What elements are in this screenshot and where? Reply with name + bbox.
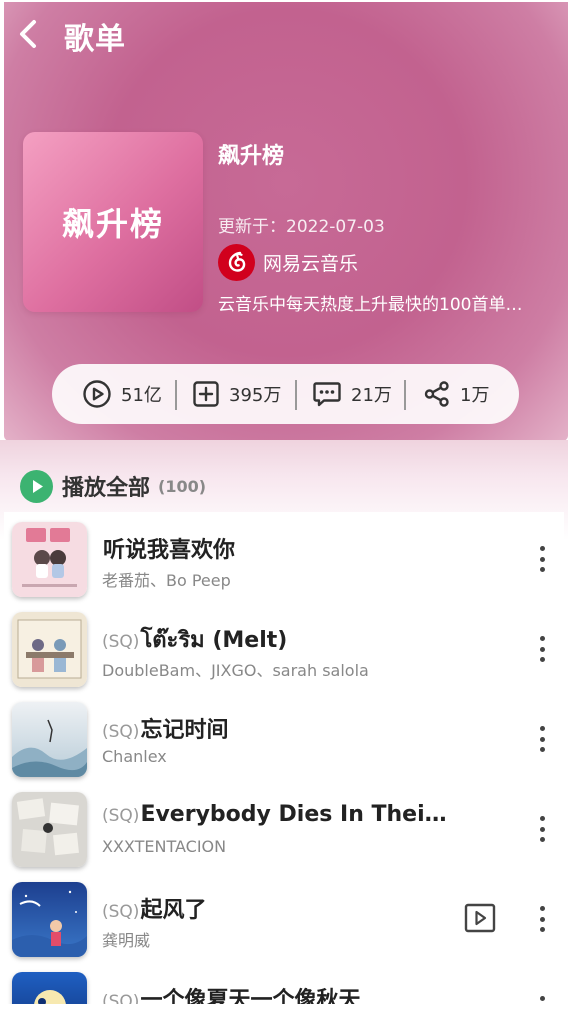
stats-bar: 51亿 395万 21万 1万 xyxy=(52,364,519,424)
page-title: 歌单 xyxy=(64,22,126,57)
cover-title: 飙升榜 xyxy=(61,205,164,243)
mv-play-icon[interactable] xyxy=(464,903,496,933)
song-title: (SQ)โต๊ะริม (Melt) xyxy=(102,628,288,653)
song-list: 听说我喜欢你 老番茄、Bo Peep (SQ)โต๊ะริม (Melt) Do… xyxy=(4,512,564,1008)
more-vertical-icon[interactable] xyxy=(530,722,554,756)
bottom-edge xyxy=(0,1004,568,1012)
song-cover xyxy=(12,882,87,957)
song-item[interactable]: (SQ)โต๊ะริม (Melt) DoubleBam、JIXGO、sarah… xyxy=(4,602,564,692)
song-item[interactable]: 听说我喜欢你 老番茄、Bo Peep xyxy=(4,512,564,602)
share-count: 1万 xyxy=(460,385,490,406)
comment-stat[interactable]: 21万 xyxy=(312,364,392,424)
playlist-header: 歌单 飙升榜 飙升榜 更新于：2022-07-03 网易云音乐 云音乐中每天热度… xyxy=(0,0,568,540)
more-vertical-icon[interactable] xyxy=(530,812,554,846)
play-circle-icon xyxy=(83,380,111,408)
play-all-button[interactable]: 播放全部 (100) xyxy=(20,466,206,506)
plus-square-icon xyxy=(193,381,219,407)
song-title: 听说我喜欢你 xyxy=(103,538,236,563)
creator[interactable]: 网易云音乐 xyxy=(218,243,359,281)
chevron-left-icon xyxy=(20,20,36,48)
playlist-description[interactable]: 云音乐中每天热度上升最快的100首单曲，每日更新。 xyxy=(218,290,538,315)
song-title: (SQ)Everybody Dies In Their Nightmares xyxy=(102,802,452,827)
more-vertical-icon[interactable] xyxy=(530,542,554,576)
sq-badge: (SQ) xyxy=(102,722,140,742)
play-icon xyxy=(20,469,53,503)
top-bar: 歌单 xyxy=(0,0,568,70)
comment-icon xyxy=(313,382,341,407)
stat-divider xyxy=(175,380,177,410)
more-vertical-icon[interactable] xyxy=(530,902,554,936)
playlist-updated: 更新于：2022-07-03 xyxy=(218,217,385,237)
song-artist: Chanlex xyxy=(102,747,167,766)
playlist-cover[interactable]: 飙升榜 xyxy=(23,132,203,312)
netease-logo-icon xyxy=(218,243,255,281)
song-cover xyxy=(12,702,87,777)
playlist-name: 飙升榜 xyxy=(218,144,285,169)
comment-count: 21万 xyxy=(351,385,392,406)
song-cover xyxy=(12,612,87,687)
sq-badge: (SQ) xyxy=(102,632,140,652)
song-item[interactable]: (SQ)起风了 龚明威 xyxy=(4,872,564,962)
sq-badge: (SQ) xyxy=(102,902,140,922)
song-artist: 龚明威 xyxy=(102,931,151,950)
more-vertical-icon[interactable] xyxy=(530,632,554,666)
song-artist: 老番茄、Bo Peep xyxy=(102,571,231,590)
collect-stat[interactable]: 395万 xyxy=(192,364,281,424)
play-count: 51亿 xyxy=(121,385,162,406)
song-title: (SQ)忘记时间 xyxy=(102,718,229,743)
song-title: (SQ)起风了 xyxy=(102,898,207,923)
song-item[interactable]: (SQ)Everybody Dies In Their Nightmares X… xyxy=(4,782,564,872)
back-button[interactable] xyxy=(14,16,46,52)
playlist-page: 歌单 飙升榜 飙升榜 更新于：2022-07-03 网易云音乐 云音乐中每天热度… xyxy=(0,0,568,1012)
stat-divider xyxy=(404,380,406,410)
stat-divider xyxy=(295,380,297,410)
song-cover xyxy=(12,522,87,597)
song-artist: DoubleBam、JIXGO、sarah salola xyxy=(102,661,369,680)
song-count: (100) xyxy=(158,476,207,496)
share-icon xyxy=(424,381,449,407)
sq-badge: (SQ) xyxy=(102,806,140,826)
song-item[interactable]: (SQ)忘记时间 Chanlex xyxy=(4,692,564,782)
play-count-stat[interactable]: 51亿 xyxy=(82,364,162,424)
collect-count: 395万 xyxy=(229,385,282,406)
song-artist: XXXTENTACION xyxy=(102,837,227,856)
song-item[interactable]: (SQ)一个像夏天一个像秋天 xyxy=(4,962,564,1008)
play-all-label: 播放全部 xyxy=(62,476,151,501)
song-cover xyxy=(12,792,87,867)
creator-name: 网易云音乐 xyxy=(263,252,359,275)
song-cover xyxy=(12,972,87,1008)
share-stat[interactable]: 1万 xyxy=(423,364,489,424)
